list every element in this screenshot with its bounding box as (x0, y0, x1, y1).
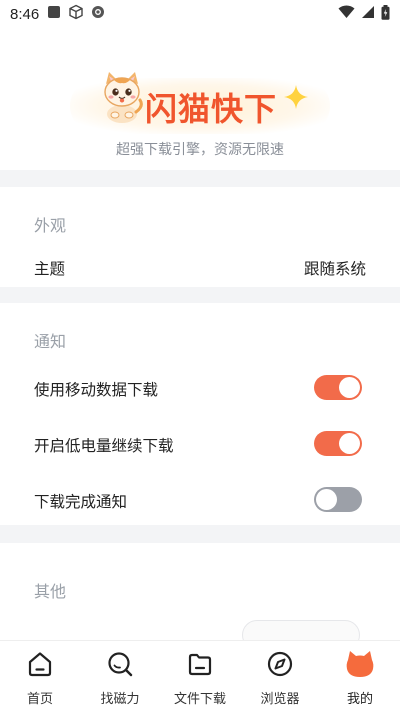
download-complete-notify-label: 下载完成通知 (34, 493, 128, 511)
cube-icon (68, 4, 84, 24)
wifi-icon (338, 5, 355, 23)
nav-find-magnet-label: 找磁力 (100, 692, 140, 707)
nav-mine-label: 我的 (346, 692, 373, 707)
cat-avatar-icon (345, 650, 375, 682)
notifications-section: 通知 使用移动数据下载 开启低电量继续下载 下载完成通知 (0, 303, 400, 525)
square-icon (47, 5, 61, 23)
brand-name: 闪猫快下 (145, 90, 278, 128)
status-time: 8:46 (10, 5, 40, 23)
nav-home-label: 首页 (26, 692, 53, 707)
home-icon (26, 650, 54, 682)
toggle-knob (316, 489, 337, 510)
battery-icon (381, 4, 390, 24)
theme-row[interactable]: 主题 跟随系统 (0, 245, 400, 285)
brand-slogan: 超强下载引擎，资源无限速 (116, 142, 284, 158)
section-title-other: 其他 (34, 582, 67, 601)
app-header: 闪猫快下 超强下载引擎，资源无限速 (0, 28, 400, 170)
download-complete-notify-toggle[interactable] (314, 487, 362, 512)
toggle-knob (339, 377, 360, 398)
mobile-data-download-label: 使用移动数据下载 (34, 381, 159, 399)
nav-browser[interactable]: 浏览器 (240, 641, 320, 711)
section-title-notifications: 通知 (34, 332, 67, 351)
sparkle-icon (283, 84, 309, 114)
nav-find-magnet[interactable]: 找磁力 (80, 641, 160, 711)
nav-home[interactable]: 首页 (0, 641, 80, 711)
status-bar: 8:46 (0, 0, 400, 28)
at-icon (91, 5, 105, 23)
search-icon (106, 650, 134, 682)
compass-icon (266, 650, 294, 682)
mobile-data-download-toggle[interactable] (314, 375, 362, 400)
appearance-section: 外观 主题 跟随系统 (0, 187, 400, 287)
nav-mine[interactable]: 我的 (320, 641, 400, 711)
nav-file-download-label: 文件下载 (173, 692, 226, 707)
nav-file-download[interactable]: 文件下载 (160, 641, 240, 711)
low-battery-download-label: 开启低电量继续下载 (34, 437, 174, 455)
bottom-nav: 首页 找磁力 文件下载 浏览器 我的 (0, 640, 400, 711)
cat-logo-icon (98, 70, 146, 128)
nav-browser-label: 浏览器 (260, 692, 300, 707)
folder-icon (186, 650, 214, 682)
signal-icon (361, 5, 375, 23)
toggle-knob (339, 433, 360, 454)
theme-value: 跟随系统 (303, 260, 366, 278)
low-battery-download-toggle[interactable] (314, 431, 362, 456)
theme-label: 主题 (34, 260, 66, 278)
section-title-appearance: 外观 (34, 216, 67, 235)
